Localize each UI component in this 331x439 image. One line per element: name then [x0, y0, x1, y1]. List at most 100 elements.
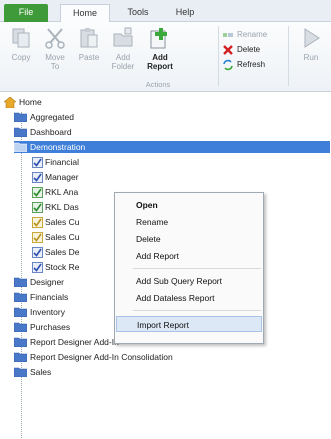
move-to-label: Move To: [45, 53, 65, 71]
tree-report-manager[interactable]: Manager: [32, 171, 79, 183]
tree-root-label: Home: [19, 97, 42, 107]
folder-open-icon: [13, 142, 28, 153]
paste-icon: [80, 28, 98, 48]
folder-icon: [13, 367, 28, 378]
play-icon: [304, 28, 320, 48]
tree-item-dashboard[interactable]: Dashboard: [13, 126, 72, 138]
scissors-icon: [45, 28, 65, 49]
menu-separator: [133, 268, 261, 269]
tree-item-label: Inventory: [30, 307, 65, 317]
paste-button[interactable]: Paste: [72, 26, 106, 74]
tree-item-label: Financials: [30, 292, 69, 302]
folder-icon: [13, 307, 28, 318]
tab-file[interactable]: File: [4, 4, 48, 22]
delete-button[interactable]: Delete: [222, 42, 282, 57]
delete-x-icon: [222, 44, 234, 56]
report-check-green-icon: [32, 201, 43, 213]
report-check-icon: [32, 156, 43, 168]
tree-report-sales-de[interactable]: Sales De: [32, 246, 80, 258]
ribbon-separator: [218, 26, 219, 86]
tree-item-label: Sales: [30, 367, 52, 377]
report-check-icon: [32, 246, 43, 258]
actions-group-label: Actions: [145, 80, 171, 89]
tree-item-report-designer-add-in[interactable]: Report Designer Add-In: [13, 336, 119, 348]
tree-item-demonstration[interactable]: Demonstration: [13, 141, 330, 153]
folder-icon: [13, 337, 28, 348]
tab-home[interactable]: Home: [60, 4, 110, 23]
tree-report-rkl-das[interactable]: RKL Das: [32, 201, 79, 213]
folder-icon: [13, 127, 28, 138]
tree-report-sales-cu-2[interactable]: Sales Cu: [32, 231, 80, 243]
tree-item-purchases[interactable]: Purchases: [13, 321, 71, 333]
report-check-yellow-icon: [32, 231, 43, 243]
tree-item-label: Report Designer Add-In Consolidation: [30, 352, 173, 362]
folder-icon: [13, 112, 28, 123]
folder-icon: [13, 277, 28, 288]
run-label: Run: [303, 53, 319, 62]
tree-item-label: Purchases: [30, 322, 71, 332]
tree-report-stock-re[interactable]: Stock Re: [32, 261, 80, 273]
move-to-button[interactable]: Move To: [38, 26, 72, 74]
paste-label: Paste: [78, 53, 100, 62]
menu-separator-2: [133, 310, 261, 311]
rename-label: Rename: [237, 30, 268, 39]
small-button-group: Rename Delete Refresh: [222, 27, 282, 72]
context-menu: Open Rename Delete Add Report Add Sub Qu…: [114, 192, 264, 344]
tree-item-label: Manager: [45, 172, 79, 182]
report-check-icon: [32, 171, 43, 183]
copy-icon: [12, 28, 30, 48]
menu-item-delete[interactable]: Delete: [116, 231, 262, 247]
run-button[interactable]: Run: [294, 26, 328, 74]
refresh-label: Refresh: [237, 60, 266, 69]
tree-item-sales[interactable]: Sales: [13, 366, 52, 378]
tree-item-financials[interactable]: Financials: [13, 291, 69, 303]
ribbon: Copy Move To Paste Add Folder Add Report…: [0, 22, 331, 92]
delete-label: Delete: [237, 45, 261, 54]
tree-item-label: Dashboard: [30, 127, 72, 137]
tree-report-sales-cu-1[interactable]: Sales Cu: [32, 216, 80, 228]
tab-tools[interactable]: Tools: [116, 4, 160, 22]
report-check-green-icon: [32, 186, 43, 198]
ribbon-tab-strip: File Home Tools Help: [0, 0, 331, 23]
tree-report-financial[interactable]: Financial: [32, 156, 79, 168]
report-check-icon: [32, 261, 43, 273]
home-icon: [4, 96, 16, 108]
add-report-icon: [150, 28, 167, 49]
menu-item-rename[interactable]: Rename: [116, 214, 262, 230]
tree-item-inventory[interactable]: Inventory: [13, 306, 65, 318]
report-check-yellow-icon: [32, 216, 43, 228]
add-report-button[interactable]: Add Report: [143, 26, 177, 74]
tree-item-label: RKL Das: [45, 202, 79, 212]
tree-item-label: Designer: [30, 277, 65, 287]
tab-help[interactable]: Help: [165, 4, 205, 22]
add-report-label: Add Report: [147, 53, 173, 71]
menu-item-import-report[interactable]: Import Report: [116, 316, 262, 332]
ribbon-separator-2: [288, 26, 289, 86]
menu-item-add-dataless-report[interactable]: Add Dataless Report: [116, 290, 262, 306]
add-folder-label: Add Folder: [111, 53, 135, 71]
tree-item-aggregated[interactable]: Aggregated: [13, 111, 74, 123]
menu-item-add-sub-query-report[interactable]: Add Sub Query Report: [116, 273, 262, 289]
menu-item-open[interactable]: Open: [116, 197, 262, 213]
tree-item-label: Aggregated: [30, 112, 74, 122]
refresh-button[interactable]: Refresh: [222, 57, 282, 72]
refresh-icon: [222, 59, 234, 71]
tree-root-home[interactable]: Home: [4, 96, 42, 108]
tree-report-rkl-ana[interactable]: RKL Ana: [32, 186, 78, 198]
copy-button[interactable]: Copy: [4, 26, 38, 74]
tree-item-report-designer-add-in-consolidation[interactable]: Report Designer Add-In Consolidation: [13, 351, 173, 363]
menu-item-add-report[interactable]: Add Report: [116, 248, 262, 264]
folder-icon: [13, 352, 28, 363]
tree-item-designer[interactable]: Designer: [13, 276, 65, 288]
add-folder-icon: [113, 27, 133, 47]
copy-label: Copy: [11, 53, 31, 62]
tree-item-label: Demonstration: [30, 142, 86, 152]
tree-item-label: RKL Ana: [45, 187, 79, 197]
rename-icon: [222, 29, 234, 41]
tree-item-label: Report Designer Add-In: [30, 337, 119, 347]
folder-icon: [13, 292, 28, 303]
tree-item-label: Financial: [45, 157, 80, 167]
add-folder-button[interactable]: Add Folder: [106, 26, 140, 74]
rename-button[interactable]: Rename: [222, 27, 282, 42]
tree-item-label: Stock Re: [45, 262, 80, 272]
